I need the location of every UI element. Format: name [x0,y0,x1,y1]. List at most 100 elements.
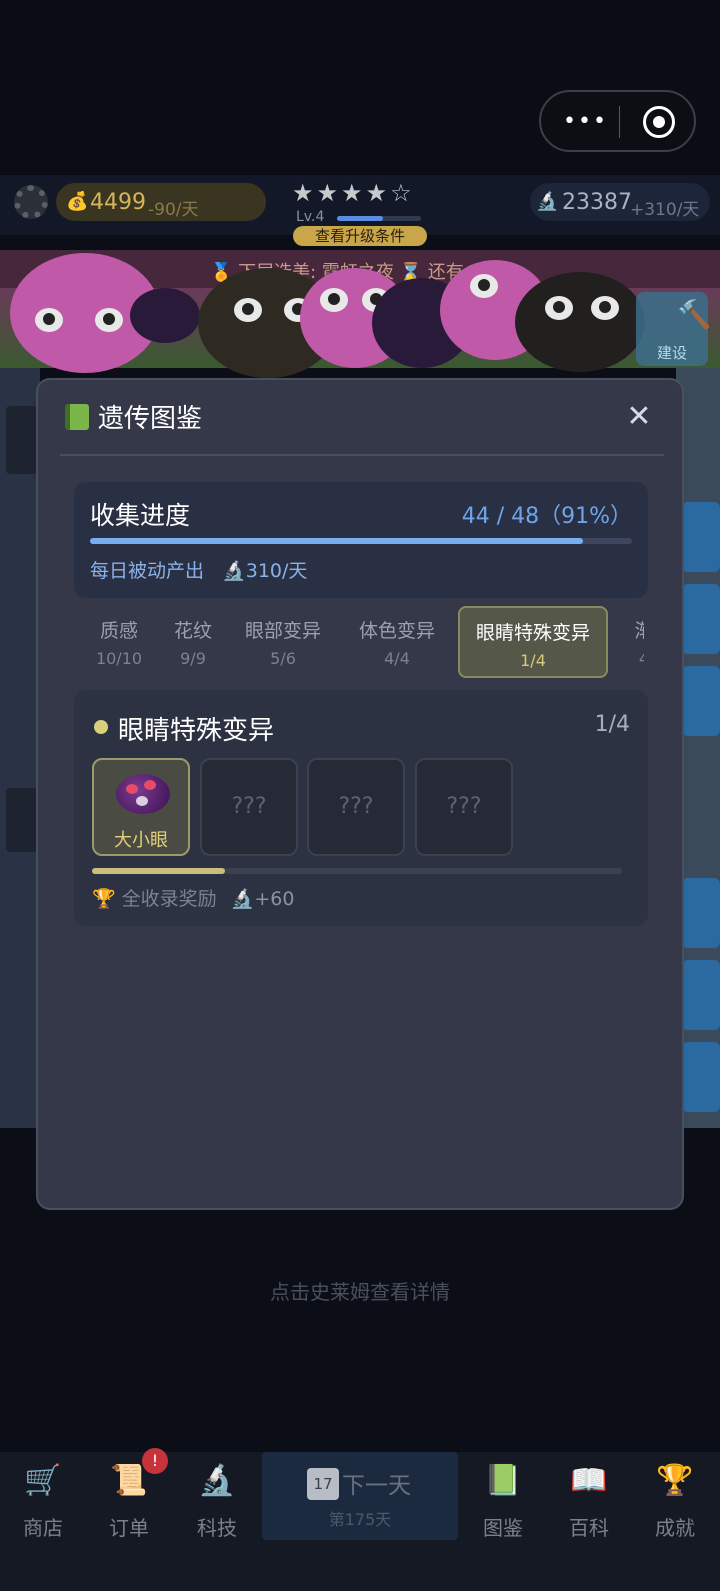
research-value: 23387 [562,190,632,215]
nav-orders[interactable]: 📜 ! 订单 [94,1448,168,1552]
facility-tile[interactable] [682,584,720,654]
tab-count: 1/4 [520,651,546,670]
tab-label: 花纹 [173,620,212,642]
facility-tile[interactable] [682,960,720,1030]
hammer-icon: 🔨 [676,298,712,331]
trophy-icon: 🏆 [92,888,116,910]
progress-bar [90,538,632,544]
tab-texture[interactable]: 质感 10/10 [80,606,158,678]
nav-tech-label: 科技 [197,1516,237,1540]
facility-tile[interactable] [682,1042,720,1112]
tab-count: 4/4 [384,649,410,668]
slot-locked[interactable]: ??? [415,758,513,856]
section-title: 眼睛特殊变异 [118,716,275,746]
close-button[interactable]: ✕ [622,400,656,434]
slot-locked[interactable]: ??? [307,758,405,856]
slime-garden[interactable] [0,253,720,378]
research-display: 🔬 23387 +310/天 [530,183,710,221]
day-counter: 第175天 [328,1510,392,1529]
daily-output-label: 每日被动产出 [90,560,205,582]
nav-shop[interactable]: 🛒 商店 [8,1452,78,1552]
section-progress-bar [92,868,622,874]
nav-wiki-label: 百科 [569,1516,609,1540]
building-card[interactable] [6,788,40,852]
next-day-button[interactable]: 17 下一天 第175天 [262,1452,458,1540]
facility-tile[interactable] [682,502,720,572]
cart-icon: 🛒 [24,1463,62,1498]
daily-output-value: 310/天 [245,560,308,582]
slime-dark[interactable] [130,288,200,343]
capsule-divider [619,106,620,138]
nav-orders-label: 订单 [109,1516,149,1540]
coins-value: 4499 [90,190,146,215]
nav-codex[interactable]: 📗 图鉴 [468,1452,538,1552]
collection-progress-card: 收集进度 44 / 48（91%） 每日被动产出 🔬310/天 [74,482,648,598]
header-divider [60,454,664,456]
category-tabs: 质感 10/10 花纹 9/9 眼部变异 5/6 体色变异 4/4 眼睛特殊变异… [74,606,644,680]
tab-gradient[interactable]: 渐 4 [614,606,644,678]
tab-label: 渐 [634,620,644,642]
tab-label: 体色变异 [358,620,435,642]
upgrade-conditions-label: 查看升级条件 [314,227,405,245]
tab-count: 10/10 [95,649,143,668]
genetics-codex-modal: 遗传图鉴 ✕ 收集进度 44 / 48（91%） 每日被动产出 🔬310/天 质… [36,378,684,1210]
nav-achievements-label: 成就 [655,1516,695,1540]
slot-name: 大小眼 [114,830,168,851]
slot-name: ??? [231,794,267,819]
completion-reward: 🏆 全收录奖励 🔬+60 [92,884,294,911]
modal-title: 遗传图鉴 [98,404,203,434]
tab-pattern[interactable]: 花纹 9/9 [158,606,228,678]
tap-hint: 点击史莱姆查看详情 [270,1280,450,1304]
open-book-icon: 📖 [570,1463,608,1498]
facility-tile[interactable] [682,878,720,948]
slot-locked[interactable]: ??? [200,758,298,856]
tab-count: 5/6 [270,649,296,668]
build-label: 建设 [656,344,687,362]
coins-rate: -90/天 [148,200,199,220]
slime-black-3[interactable] [515,272,645,372]
daily-output: 每日被动产出 🔬310/天 [90,556,307,583]
nav-codex-label: 图鉴 [483,1516,523,1540]
section-progress-fill [92,868,225,874]
slot-collected[interactable]: 大小眼 [92,758,190,856]
nav-achievements[interactable]: 🏆 成就 [640,1452,710,1552]
slot-name: ??? [338,794,374,819]
money-bag-icon: 💰 [66,191,89,212]
level-progress-bar [337,216,421,221]
facility-tile[interactable] [682,666,720,736]
section-card: 眼睛特殊变异 1/4 大小眼 ??? ??? ??? 🏆 全收录奖励 🔬+60 [74,690,648,926]
rating-stars: ★★★★☆ [292,179,415,207]
nav-wiki[interactable]: 📖 百科 [554,1452,624,1552]
nav-shop-label: 商店 [23,1516,63,1540]
next-day-label: 下一天 [342,1473,411,1499]
build-button[interactable]: 🔨 建设 [636,292,711,366]
building-card[interactable] [6,406,40,474]
microscope-icon: 🔬 [222,560,246,582]
settings-gear-icon[interactable] [14,185,48,219]
upgrade-conditions-button[interactable]: 查看升级条件 [293,226,427,246]
progress-bar-fill [90,538,584,544]
microscope-icon: 🔬 [198,1463,236,1498]
mini-program-capsule[interactable]: ••• [539,90,696,152]
research-rate: +310/天 [630,200,700,220]
book-icon [65,404,89,430]
section-dot [94,720,108,734]
more-icon[interactable]: ••• [563,111,608,133]
tab-color-mutation[interactable]: 体色变异 4/4 [342,606,452,678]
slot-name: ??? [446,794,482,819]
tab-special-eye-mutation[interactable]: 眼睛特殊变异 1/4 [458,606,608,678]
bottom-nav: 🛒 商店 📜 ! 订单 🔬 科技 17 下一天 第175天 📗 图鉴 📖 百科 … [0,1448,720,1591]
nav-tech[interactable]: 🔬 科技 [182,1452,252,1552]
progress-count: 44 / 48（91%） [461,504,632,529]
tab-eye-mutation[interactable]: 眼部变异 5/6 [228,606,338,678]
tab-label: 眼部变异 [244,620,321,642]
left-panel [0,368,40,1128]
reward-amount: +60 [254,888,295,910]
reward-value: 🔬+60 [231,888,295,910]
slime-thumbnail [116,774,170,814]
section-count: 1/4 [594,712,630,737]
calendar-icon: 17 [307,1468,339,1500]
close-target-icon[interactable] [643,106,675,138]
tab-count: 9/9 [180,649,206,668]
orders-badge: ! [142,1448,168,1474]
